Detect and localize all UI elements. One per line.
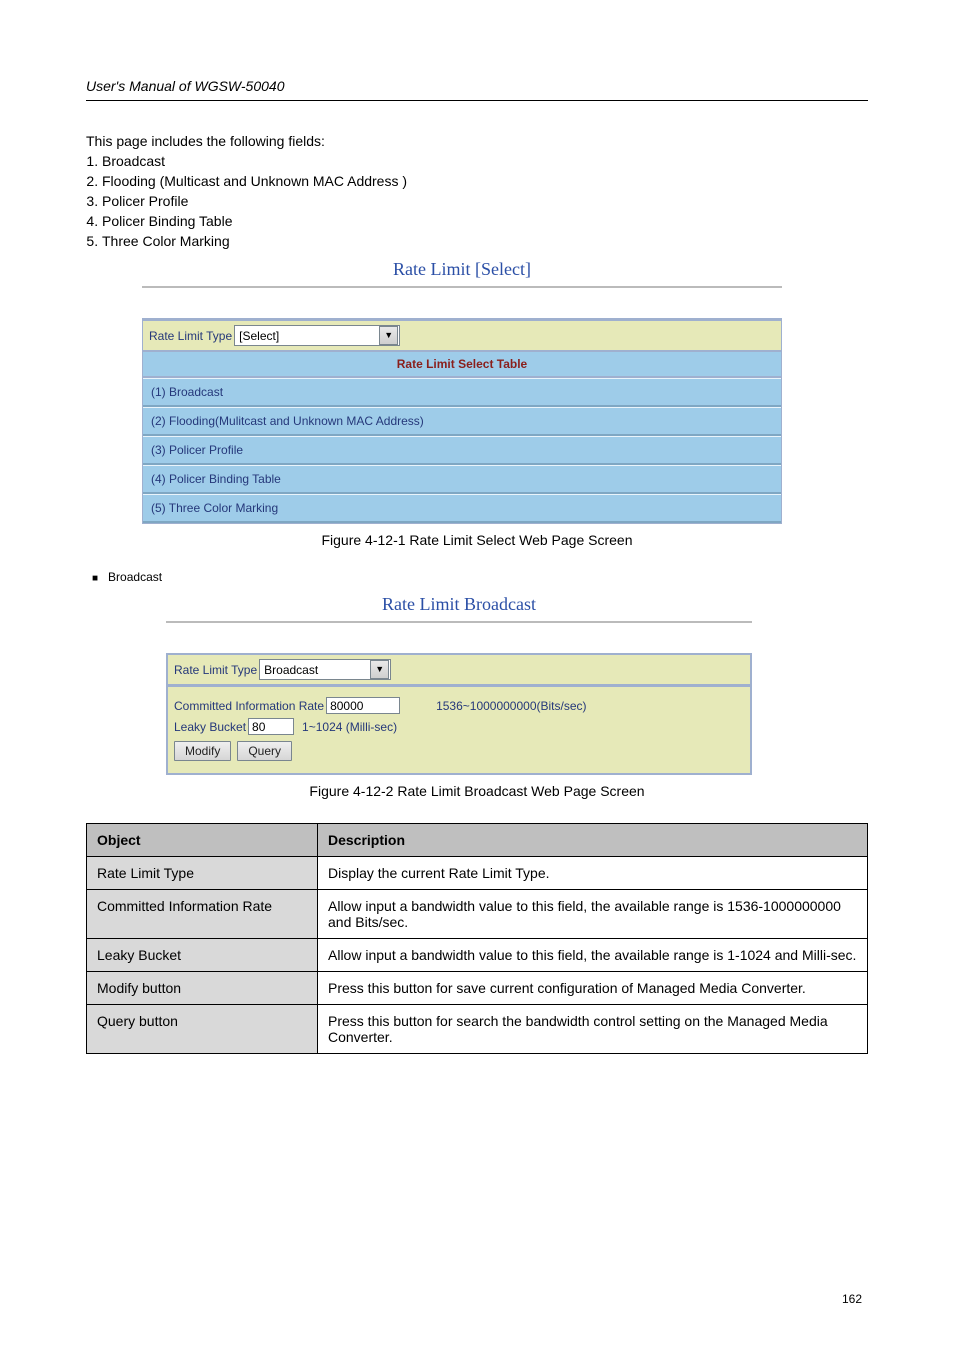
rate-limit-type-value: Broadcast bbox=[260, 663, 369, 677]
rate-limit-select-row[interactable]: (5) Three Color Marking bbox=[143, 494, 781, 523]
rate-limit-type-select-broadcast[interactable]: Broadcast ▼ bbox=[259, 659, 391, 680]
fig1-title: Rate Limit [Select] bbox=[142, 259, 782, 280]
cell-desc: Allow input a bandwidth value to this fi… bbox=[318, 890, 868, 939]
cell-desc: Display the current Rate Limit Type. bbox=[318, 857, 868, 890]
rate-limit-type-select[interactable]: [Select] ▼ bbox=[234, 325, 400, 346]
figure-rate-limit-select: Rate Limit [Select] Rate Limit Type [Sel… bbox=[142, 259, 782, 524]
chevron-down-icon[interactable]: ▼ bbox=[379, 326, 398, 345]
table-row: Rate Limit TypeDisplay the current Rate … bbox=[87, 857, 868, 890]
rate-limit-select-row[interactable]: (4) Policer Binding Table bbox=[143, 465, 781, 494]
modify-button[interactable]: Modify bbox=[174, 741, 231, 761]
header-user-manual: User's Manual of WGSW-50040 bbox=[86, 78, 868, 94]
cell-desc: Press this button for save current confi… bbox=[318, 972, 868, 1005]
rate-limit-select-row[interactable]: (2) Flooding(Mulitcast and Unknown MAC A… bbox=[143, 407, 781, 436]
cell-desc: Press this button for search the bandwid… bbox=[318, 1005, 868, 1054]
intro-item: Policer Profile bbox=[102, 193, 868, 209]
fig2-title-underline bbox=[166, 621, 752, 623]
intro-heading: This page includes the following fields: bbox=[86, 133, 868, 149]
cell-desc: Allow input a bandwidth value to this fi… bbox=[318, 939, 868, 972]
intro-item: Flooding (Multicast and Unknown MAC Addr… bbox=[102, 173, 868, 189]
cir-hint: 1536~1000000000(Bits/sec) bbox=[436, 699, 586, 713]
fig1-title-underline bbox=[142, 286, 782, 288]
cell-object: Rate Limit Type bbox=[87, 857, 318, 890]
description-table: Object Description Rate Limit TypeDispla… bbox=[86, 823, 868, 1054]
cell-object: Query button bbox=[87, 1005, 318, 1054]
header-divider bbox=[86, 100, 868, 101]
leaky-bucket-hint: 1~1024 (Milli-sec) bbox=[302, 720, 397, 734]
table-row: Leaky BucketAllow input a bandwidth valu… bbox=[87, 939, 868, 972]
query-button[interactable]: Query bbox=[237, 741, 292, 761]
cir-input[interactable] bbox=[326, 697, 400, 714]
rate-limit-type-label: Rate Limit Type bbox=[149, 329, 232, 343]
figure-rate-limit-broadcast: Rate Limit Broadcast Rate Limit Type Bro… bbox=[166, 594, 752, 775]
rate-limit-select-row[interactable]: (1) Broadcast bbox=[143, 378, 781, 407]
leaky-bucket-input[interactable] bbox=[248, 718, 294, 735]
cell-object: Committed Information Rate bbox=[87, 890, 318, 939]
col-object: Object bbox=[87, 824, 318, 857]
fig2-caption: Figure 4-12-2 Rate Limit Broadcast Web P… bbox=[86, 783, 868, 799]
page-number: 162 bbox=[842, 1292, 862, 1306]
cir-label: Committed Information Rate bbox=[174, 699, 324, 713]
col-description: Description bbox=[318, 824, 868, 857]
rate-limit-select-table-heading: Rate Limit Select Table bbox=[143, 352, 781, 378]
table-row: Query buttonPress this button for search… bbox=[87, 1005, 868, 1054]
intro-item: Broadcast bbox=[102, 153, 868, 169]
cell-object: Leaky Bucket bbox=[87, 939, 318, 972]
fig2-title: Rate Limit Broadcast bbox=[166, 594, 752, 615]
chevron-down-icon[interactable]: ▼ bbox=[370, 660, 389, 679]
leaky-bucket-label: Leaky Bucket bbox=[174, 720, 246, 734]
intro-item: Policer Binding Table bbox=[102, 213, 868, 229]
intro-item: Three Color Marking bbox=[102, 233, 868, 249]
rate-limit-type-label: Rate Limit Type bbox=[174, 663, 257, 677]
fig1-caption: Figure 4-12-1 Rate Limit Select Web Page… bbox=[86, 532, 868, 548]
bullet-broadcast: Broadcast bbox=[92, 570, 868, 584]
cell-object: Modify button bbox=[87, 972, 318, 1005]
rate-limit-type-value: [Select] bbox=[235, 329, 378, 343]
rate-limit-select-row[interactable]: (3) Policer Profile bbox=[143, 436, 781, 465]
table-row: Modify buttonPress this button for save … bbox=[87, 972, 868, 1005]
table-row: Committed Information RateAllow input a … bbox=[87, 890, 868, 939]
intro-list: Broadcast Flooding (Multicast and Unknow… bbox=[86, 153, 868, 249]
